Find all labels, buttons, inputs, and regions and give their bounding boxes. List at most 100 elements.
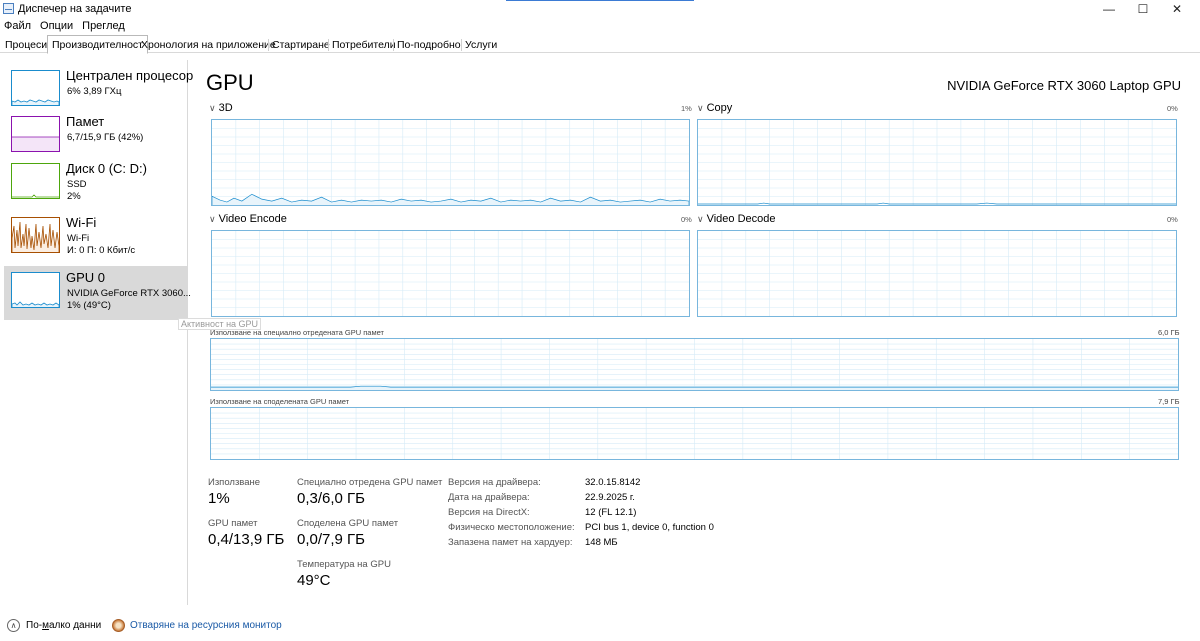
engine-percent: 0% xyxy=(1167,215,1178,224)
close-button[interactable]: ✕ xyxy=(1154,0,1200,18)
sidebar-item-detail: 6% 3,89 ГХц xyxy=(67,86,122,97)
engine-video-encode-graph xyxy=(211,230,690,317)
directx-version-label: Версия на DirectX: xyxy=(448,507,530,518)
chevron-up-icon[interactable]: ∧ xyxy=(7,619,20,632)
menu-options[interactable]: Опции xyxy=(36,18,78,34)
sidebar-item-title: Централен процесор xyxy=(66,68,194,83)
chevron-down-icon: ∨ xyxy=(697,214,704,224)
tab-startup[interactable]: Стартиране xyxy=(268,37,334,53)
utilization-label: Използване xyxy=(208,477,261,488)
sidebar-item-wifi[interactable]: Wi-Fi Wi-Fi И: 0 П: 0 Кбит/с xyxy=(4,211,187,265)
dedicated-memory-graph xyxy=(210,338,1179,391)
memory-thumbnail-graph xyxy=(11,116,60,152)
fewer-details-button[interactable]: По-малко данни xyxy=(26,620,101,631)
gpu-memory-value: 0,4/13,9 ГБ xyxy=(208,531,285,548)
engine-3d-graph xyxy=(211,119,690,206)
page-title: GPU xyxy=(206,70,254,95)
shared-memory-graph xyxy=(210,407,1179,460)
shared-memory-stat-value: 0,0/7,9 ГБ xyxy=(297,531,366,548)
sidebar-item-detail: NVIDIA GeForce RTX 3060... xyxy=(67,288,191,299)
engine-name: Copy xyxy=(706,102,733,114)
physical-location-value: PCI bus 1, device 0, function 0 xyxy=(585,522,714,533)
menu-bar: Файл Опции Преглед xyxy=(0,18,130,34)
menu-file[interactable]: Файл xyxy=(0,18,36,34)
engine-percent: 0% xyxy=(1167,104,1178,113)
engine-copy-graph xyxy=(697,119,1177,206)
physical-location-label: Физическо местоположение: xyxy=(448,522,575,533)
grid-video-decode xyxy=(698,231,1176,316)
resource-sidebar: Централен процесор 6% 3,89 ГХц Памет 6,7… xyxy=(0,60,193,605)
shared-memory-stat-label: Споделена GPU памет xyxy=(297,518,399,529)
tab-performance[interactable]: Производителност xyxy=(47,35,148,54)
fewer-details-prefix: По- xyxy=(26,620,43,631)
footer-bar: ∧ По-малко данни Отваряне на ресурсния м… xyxy=(0,615,1200,637)
tab-processes[interactable]: Процеси xyxy=(1,37,51,53)
directx-version-value: 12 (FL 12.1) xyxy=(585,507,637,518)
sidebar-item-detail: 2% xyxy=(67,191,81,202)
resource-monitor-icon[interactable] xyxy=(112,619,125,632)
gpu-temperature-value: 49°C xyxy=(297,572,331,589)
utilization-value: 1% xyxy=(208,490,230,507)
driver-date-label: Дата на драйвера: xyxy=(448,492,530,503)
sidebar-item-detail: И: 0 П: 0 Кбит/с xyxy=(67,245,136,256)
engine-percent: 0% xyxy=(681,215,692,224)
dedicated-memory-stat-value: 0,3/6,0 ГБ xyxy=(297,490,366,507)
tab-details[interactable]: По-подробно xyxy=(393,37,465,53)
reserved-memory-label: Запазена памет на хардуер: xyxy=(448,537,573,548)
sidebar-item-title: Wi-Fi xyxy=(66,215,97,230)
shared-memory-label: Използване на споделената GPU памет xyxy=(210,397,350,406)
sidebar-item-disk[interactable]: Диск 0 (C: D:) SSD 2% xyxy=(4,157,187,211)
chevron-down-icon: ∨ xyxy=(209,103,216,113)
gpu-temperature-label: Температура на GPU xyxy=(297,559,391,570)
chevron-down-icon: ∨ xyxy=(697,103,704,113)
sidebar-item-title: GPU 0 xyxy=(66,270,106,285)
shared-memory-max: 7,9 ГБ xyxy=(1158,397,1180,406)
title-accent-line xyxy=(506,0,694,1)
engine-name: Video Encode xyxy=(218,213,287,225)
menu-view[interactable]: Преглед xyxy=(78,18,130,34)
open-resource-monitor-link[interactable]: Отваряне на ресурсния монитор xyxy=(130,620,282,631)
driver-version-value: 32.0.15.8142 xyxy=(585,477,641,488)
gpu-model-name: NVIDIA GeForce RTX 3060 Laptop GPU xyxy=(947,78,1181,93)
sidebar-item-detail: SSD xyxy=(67,179,87,190)
tab-services[interactable]: Услуги xyxy=(461,37,501,53)
driver-version-label: Версия на драйвера: xyxy=(448,477,541,488)
disk-thumbnail-graph xyxy=(11,163,60,199)
engine-video-decode-selector[interactable]: ∨ Video Decode xyxy=(697,213,776,225)
sidebar-item-title: Памет xyxy=(66,114,105,129)
engine-video-decode-graph xyxy=(697,230,1177,317)
title-bar: Диспечер на задачите — ☐ ✕ xyxy=(0,0,1200,18)
sidebar-item-detail: Wi-Fi xyxy=(67,233,90,244)
tab-bar: Процеси Производителност Хронология на п… xyxy=(0,35,1200,54)
grid-video-encode xyxy=(212,231,689,316)
sidebar-item-title: Диск 0 (C: D:) xyxy=(66,161,147,176)
fewer-details-accelerator: м xyxy=(42,620,49,631)
engine-copy-selector[interactable]: ∨ Copy xyxy=(697,102,732,114)
dedicated-memory-label: Използване на специално отредената GPU п… xyxy=(210,328,384,337)
engine-percent: 1% xyxy=(681,104,692,113)
chevron-down-icon: ∨ xyxy=(209,214,216,224)
gpu-thumbnail-graph xyxy=(11,272,60,308)
engine-name: 3D xyxy=(218,102,233,114)
grid-dedicated xyxy=(211,339,1178,390)
grid-3d xyxy=(212,120,689,205)
engine-name: Video Decode xyxy=(706,213,776,225)
sidebar-item-gpu[interactable]: GPU 0 NVIDIA GeForce RTX 3060... 1% (49°… xyxy=(4,266,191,320)
gpu-memory-label: GPU памет xyxy=(208,518,258,529)
sidebar-item-detail: 6,7/15,9 ГБ (42%) xyxy=(67,132,144,143)
grid-shared xyxy=(211,408,1178,459)
dedicated-memory-stat-label: Специално отредена GPU памет xyxy=(297,477,443,488)
engine-3d-selector[interactable]: ∨ 3D xyxy=(209,102,233,114)
wifi-thumbnail-graph xyxy=(11,217,60,253)
engine-video-encode-selector[interactable]: ∨ Video Encode xyxy=(209,213,287,225)
tab-app-history[interactable]: Хронология на приложение xyxy=(137,37,280,53)
dedicated-memory-max: 6,0 ГБ xyxy=(1158,328,1180,337)
tab-users[interactable]: Потребители xyxy=(328,37,400,53)
sidebar-item-memory[interactable]: Памет 6,7/15,9 ГБ (42%) xyxy=(4,110,187,164)
reserved-memory-value: 148 МБ xyxy=(585,537,618,548)
fewer-details-suffix: алко данни xyxy=(48,620,102,631)
driver-date-value: 22.9.2025 г. xyxy=(585,492,635,503)
grid-copy xyxy=(698,120,1176,205)
sidebar-item-detail: 1% (49°C) xyxy=(67,300,111,311)
window-title: Диспечер на задачите xyxy=(18,3,132,15)
